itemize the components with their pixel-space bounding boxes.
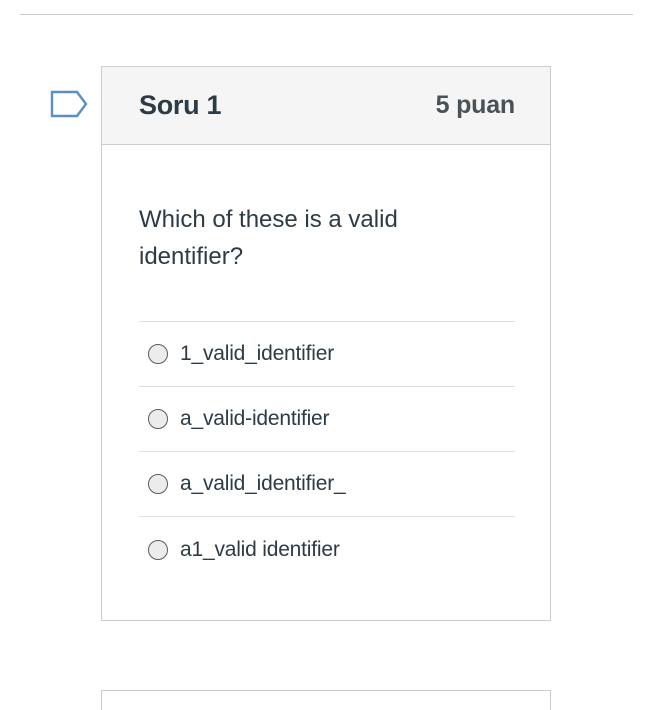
- question-card: Soru 1 5 puan Which of these is a valid …: [101, 66, 551, 621]
- flag-question-icon[interactable]: [50, 90, 88, 118]
- question-header: Soru 1 5 puan: [102, 67, 550, 145]
- answer-label: 1_valid_identifier: [180, 342, 335, 365]
- answer-label: a1_valid identifier: [180, 537, 340, 561]
- answer-option-1[interactable]: 1_valid_identifier: [139, 322, 515, 387]
- radio-button[interactable]: [148, 539, 168, 560]
- answer-label: a_valid-identifier: [180, 407, 330, 430]
- question-points: 5 puan: [435, 91, 516, 119]
- radio-button[interactable]: [148, 344, 168, 364]
- radio-button[interactable]: [148, 474, 168, 494]
- answer-option-3[interactable]: a_valid_identifier_: [139, 452, 515, 517]
- answer-option-4[interactable]: a1_valid identifier: [139, 517, 515, 582]
- answer-list: 1_valid_identifier a_valid-identifier a_…: [139, 321, 515, 582]
- answer-option-2[interactable]: a_valid-identifier: [139, 387, 515, 452]
- top-divider: [20, 14, 633, 15]
- question-body: Which of these is a valid identifier? 1_…: [102, 145, 550, 582]
- answer-label: a_valid_identifier_: [180, 472, 346, 495]
- question-text: Which of these is a valid identifier?: [139, 206, 398, 270]
- next-question-card: [101, 690, 551, 710]
- radio-button[interactable]: [148, 409, 168, 429]
- question-title: Soru 1: [139, 90, 222, 120]
